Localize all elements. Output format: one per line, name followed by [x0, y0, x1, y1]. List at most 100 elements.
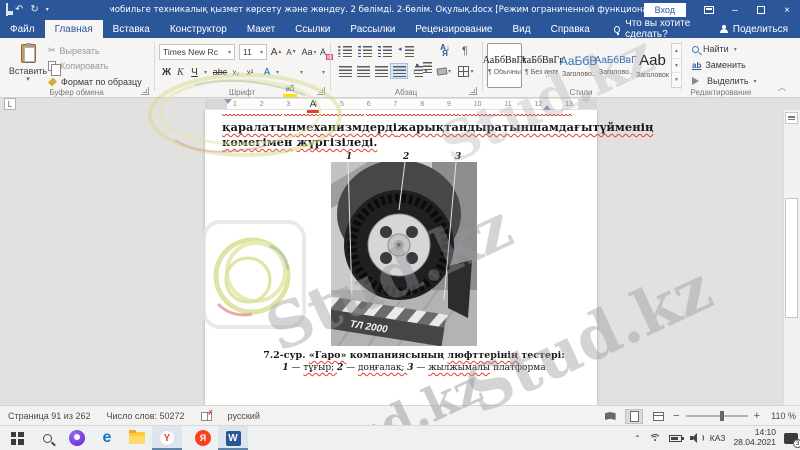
strikethrough-button[interactable]: abc — [211, 64, 229, 80]
show-marks-button[interactable]: ¶ — [456, 43, 474, 59]
zoom-in-button[interactable]: + — [754, 410, 760, 422]
tell-me-box[interactable]: Что вы хотите сделать? — [614, 20, 720, 38]
tab-view[interactable]: Вид — [503, 20, 541, 38]
grow-font-button[interactable]: А▲ — [269, 44, 284, 60]
clock[interactable]: 14:10 28.04.2021 — [733, 428, 776, 448]
tab-home[interactable]: Главная — [45, 20, 103, 38]
styles-scroll-down-icon[interactable]: ▼ — [672, 59, 681, 74]
share-button[interactable]: Поделиться — [720, 20, 800, 38]
paragraph-dialog-launcher-icon[interactable] — [469, 87, 477, 95]
multilevel-list-button[interactable] — [376, 43, 394, 59]
styles-more-icon[interactable]: ▼ — [672, 73, 681, 87]
align-right-button[interactable] — [372, 63, 390, 79]
tab-layout[interactable]: Макет — [237, 20, 285, 38]
print-layout-button[interactable] — [625, 409, 643, 424]
taskbar-search-button[interactable] — [32, 426, 62, 450]
copy-button[interactable]: Копировать — [48, 61, 108, 71]
style-heading1[interactable]: АаБбВ Заголово... — [561, 43, 596, 88]
bullets-button[interactable] — [336, 43, 354, 59]
subscript-button[interactable]: x₂ — [229, 64, 243, 80]
clipboard-dialog-launcher-icon[interactable] — [141, 87, 149, 95]
wifi-icon[interactable] — [649, 434, 661, 443]
line-spacing-button[interactable]: ↕▾ — [411, 63, 429, 79]
ruler-toggle-icon[interactable] — [785, 112, 798, 124]
font-color-button[interactable]: А — [307, 96, 319, 112]
notification-center-icon[interactable]: 3 — [784, 433, 798, 444]
select-button[interactable]: Выделить ▾ — [692, 76, 757, 86]
horizontal-ruler[interactable]: 12345678910111213 — [205, 99, 597, 109]
underline-dropdown-icon[interactable]: ▾ — [201, 64, 209, 80]
save-icon[interactable] — [6, 5, 8, 15]
tab-design[interactable]: Конструктор — [160, 20, 237, 38]
restore-button[interactable] — [748, 0, 774, 20]
close-button[interactable]: × — [774, 0, 800, 20]
redo-icon[interactable]: ↻ — [30, 5, 38, 15]
zoom-out-button[interactable]: − — [673, 410, 679, 422]
paste-button[interactable]: Вставить ▾ — [8, 42, 48, 92]
align-center-button[interactable] — [354, 63, 372, 79]
shrink-font-button[interactable]: А▼ — [284, 44, 299, 60]
taskbar-alice-button[interactable] — [62, 426, 92, 450]
sort-button[interactable]: А↓Я — [436, 43, 454, 59]
keyboard-language[interactable]: КАЗ — [710, 433, 726, 443]
tab-selector[interactable]: L — [4, 98, 16, 110]
start-button[interactable] — [2, 426, 32, 450]
tab-mailings[interactable]: Рассылки — [340, 20, 405, 38]
collapse-ribbon-icon[interactable]: ︿ — [778, 82, 786, 93]
minimize-button[interactable]: – — [722, 0, 748, 20]
align-left-button[interactable] — [336, 63, 354, 79]
styles-scroll-up-icon[interactable]: ▲ — [672, 44, 681, 59]
borders-button[interactable]: ▾ — [457, 63, 475, 79]
document-text[interactable]: қаралатын механизмдерді жарықтандыратын … — [222, 114, 572, 149]
battery-icon[interactable] — [669, 435, 682, 442]
numbering-button[interactable] — [356, 43, 374, 59]
figure-image[interactable]: 1 2 3 — [328, 150, 480, 348]
right-indent-marker[interactable] — [543, 101, 551, 110]
tab-review[interactable]: Рецензирование — [405, 20, 502, 38]
taskbar-explorer-button[interactable] — [122, 426, 152, 450]
tab-file[interactable]: Файл — [0, 20, 45, 38]
language-indicator[interactable]: русский — [228, 411, 260, 421]
clear-formatting-button[interactable]: А — [317, 44, 329, 60]
tab-insert[interactable]: Вставка — [103, 20, 160, 38]
zoom-level[interactable]: 110 % — [766, 411, 796, 421]
text-effects-dropdown-icon[interactable]: ▾ — [273, 64, 281, 80]
speaker-icon[interactable] — [690, 433, 702, 443]
vertical-scrollbar[interactable] — [783, 110, 800, 405]
style-normal[interactable]: АаБбВвГг ¶ Обычный — [487, 43, 522, 88]
read-mode-button[interactable] — [601, 409, 619, 424]
shading-button[interactable]: ▾ — [435, 63, 453, 79]
scrollbar-thumb[interactable] — [785, 198, 798, 318]
sign-in-button[interactable]: Вход — [644, 3, 686, 17]
taskbar-edge-button[interactable]: e — [92, 426, 122, 450]
word-count[interactable]: Число слов: 50272 — [106, 411, 184, 421]
italic-button[interactable]: К — [174, 64, 187, 80]
proofing-status-icon[interactable] — [201, 412, 212, 421]
style-heading2[interactable]: АаБбВвГ Заголово... — [598, 43, 633, 88]
hidden-icons-chevron-icon[interactable]: ⌃ — [634, 434, 641, 443]
page-indicator[interactable]: Страница 91 из 262 — [8, 411, 90, 421]
undo-icon[interactable]: ↶ — [15, 5, 23, 15]
font-color-dropdown-icon[interactable]: ▾ — [319, 64, 327, 80]
decrease-indent-button[interactable]: ◂ — [398, 43, 416, 59]
tab-help[interactable]: Справка — [541, 20, 600, 38]
style-no-spacing[interactable]: АаБбВвГг ¶ Без инте... — [524, 43, 559, 88]
left-indent-marker[interactable] — [224, 99, 232, 108]
cut-button[interactable]: ✂ Вырезать — [48, 45, 100, 56]
format-painter-button[interactable]: Формат по образцу — [48, 77, 142, 87]
zoom-slider-thumb[interactable] — [720, 411, 724, 421]
font-dialog-launcher-icon[interactable] — [317, 87, 325, 95]
replace-button[interactable]: ab Заменить — [692, 60, 746, 70]
font-size-select[interactable]: 11▾ — [239, 44, 267, 60]
font-name-select[interactable]: Times New Rc▾ — [159, 44, 235, 60]
find-button[interactable]: Найти ▾ — [692, 44, 737, 54]
underline-button[interactable]: Ч — [188, 64, 201, 80]
zoom-slider[interactable] — [686, 415, 748, 417]
justify-button[interactable] — [390, 63, 408, 79]
taskbar-yandex-button[interactable]: Я — [188, 426, 218, 450]
change-case-button[interactable]: Аа▾ — [301, 44, 317, 60]
bold-button[interactable]: Ж — [160, 64, 173, 80]
text-effects-button[interactable]: А — [261, 64, 273, 80]
superscript-button[interactable]: x² — [243, 64, 257, 80]
taskbar-yandex-browser-button[interactable]: Y — [152, 426, 182, 450]
